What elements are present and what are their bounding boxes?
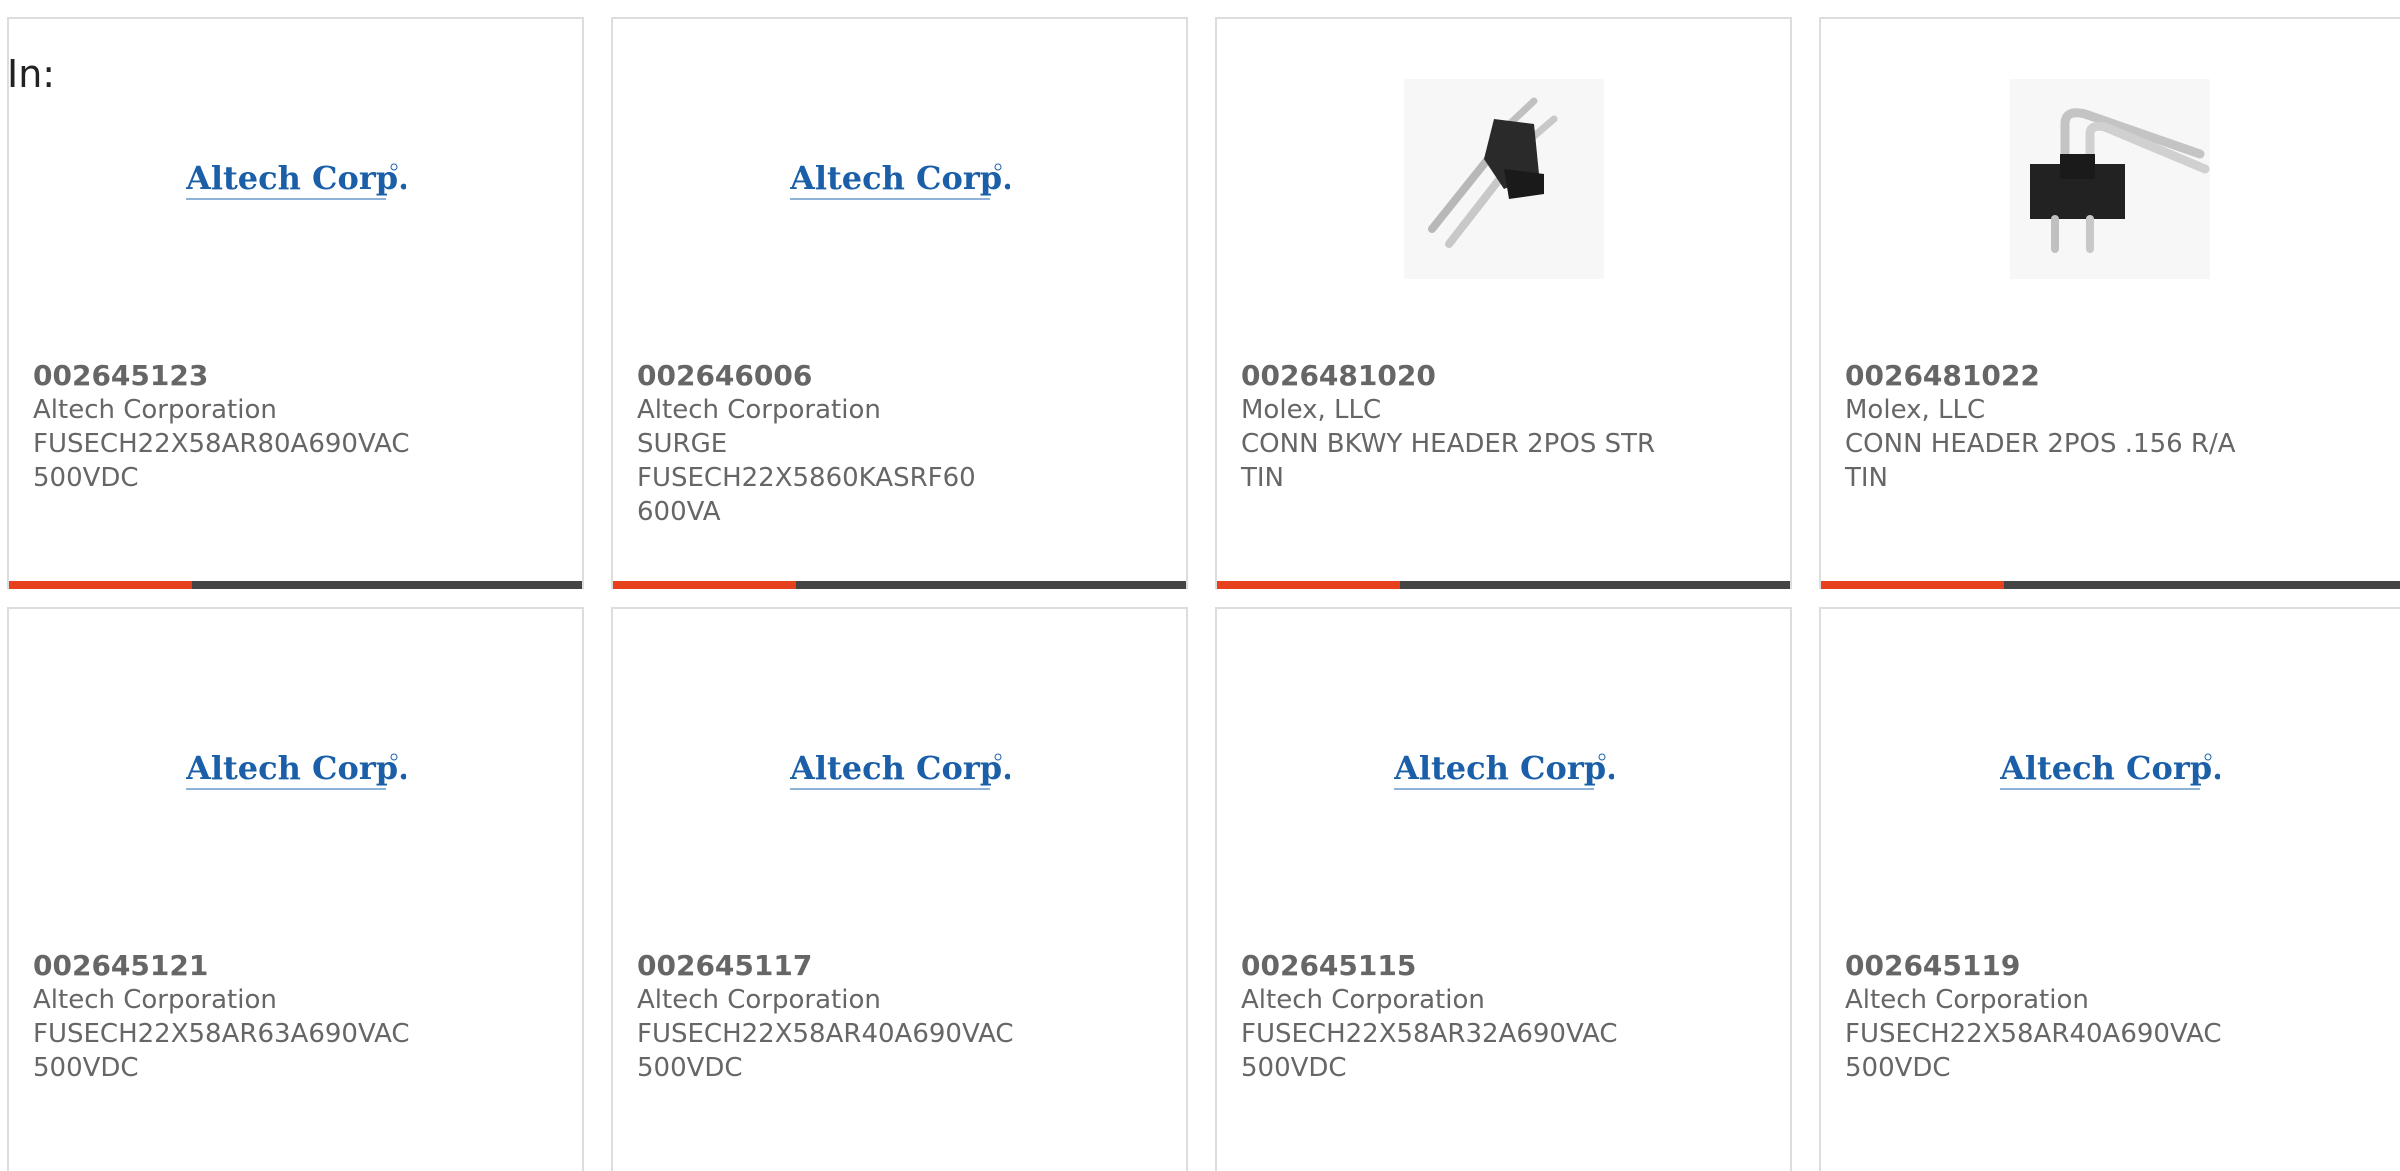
part-number[interactable]: 002645117 (637, 949, 1057, 983)
manufacturer: Molex, LLC (1241, 395, 1382, 425)
product-grid-page: In: Altech Corp. 002645123 Altech Corpor… (0, 0, 2400, 1171)
right-angle-header-photo (2009, 79, 2210, 279)
description-line-1: SURGE FUSECH22X5860KASRF60 (637, 429, 976, 493)
straight-header-photo (1403, 79, 1604, 279)
svg-text:Altech Corp.: Altech Corp. (1394, 749, 1614, 787)
card-accent-bar (613, 581, 796, 589)
altech-logo: Altech Corp. (1393, 749, 1614, 790)
product-card[interactable]: 0026481020 Molex, LLC CONN BKWY HEADER 2… (1215, 17, 1792, 589)
altech-logo: Altech Corp. (789, 159, 1010, 200)
card-bottom-bar (1217, 581, 1790, 589)
product-card[interactable]: Altech Corp. 002645117 Altech Corporatio… (611, 607, 1188, 1171)
altech-logo: Altech Corp. (185, 159, 406, 200)
description-line-1: FUSECH22X58AR40A690VAC (637, 1019, 1014, 1049)
part-number[interactable]: 002645119 (1845, 949, 2265, 983)
description-line-2: 500VDC (33, 463, 139, 493)
product-card[interactable]: Altech Corp. 002645119 Altech Corporatio… (1819, 607, 2400, 1171)
product-image (1217, 79, 1790, 279)
product-image: Altech Corp. (1217, 669, 1790, 869)
product-card[interactable]: Altech Corp. 002645123 Altech Corporatio… (7, 17, 584, 589)
in-label: In: (7, 52, 56, 96)
manufacturer: Altech Corporation (33, 985, 277, 1015)
description-line-1: FUSECH22X58AR63A690VAC (33, 1019, 410, 1049)
altech-logo: Altech Corp. (185, 749, 406, 790)
part-number[interactable]: 002646006 (637, 359, 1057, 393)
part-number[interactable]: 0026481022 (1845, 359, 2265, 393)
card-bottom-bar (613, 581, 1186, 589)
product-card[interactable]: Altech Corp. 002645121 Altech Corporatio… (7, 607, 584, 1171)
description-line-2: 500VDC (1241, 1053, 1347, 1083)
description-line-1: CONN BKWY HEADER 2POS STR (1241, 429, 1656, 459)
product-image: Altech Corp. (9, 79, 582, 279)
product-card[interactable]: Altech Corp. 002646006 Altech Corporatio… (611, 17, 1188, 589)
card-bottom-bar (1821, 581, 2400, 589)
description-line-2: 500VDC (33, 1053, 139, 1083)
description-line-2: TIN (1845, 463, 1888, 493)
manufacturer: Altech Corporation (637, 395, 881, 425)
svg-text:Altech Corp.: Altech Corp. (186, 159, 406, 197)
manufacturer: Molex, LLC (1845, 395, 1986, 425)
product-card[interactable]: Altech Corp. 002645115 Altech Corporatio… (1215, 607, 1792, 1171)
part-number[interactable]: 002645121 (33, 949, 453, 983)
part-number[interactable]: 0026481020 (1241, 359, 1661, 393)
svg-text:Altech Corp.: Altech Corp. (790, 749, 1010, 787)
product-card[interactable]: 0026481022 Molex, LLC CONN HEADER 2POS .… (1819, 17, 2400, 589)
description-line-1: FUSECH22X58AR32A690VAC (1241, 1019, 1618, 1049)
product-image: Altech Corp. (613, 79, 1186, 279)
description-line-2: 500VDC (1845, 1053, 1951, 1083)
description-line-1: CONN HEADER 2POS .156 R/A (1845, 429, 2236, 459)
svg-text:Altech Corp.: Altech Corp. (2000, 749, 2220, 787)
svg-text:Altech Corp.: Altech Corp. (186, 749, 406, 787)
manufacturer: Altech Corporation (1845, 985, 2089, 1015)
part-number[interactable]: 002645123 (33, 359, 453, 393)
altech-logo: Altech Corp. (1999, 749, 2220, 790)
manufacturer: Altech Corporation (1241, 985, 1485, 1015)
product-image: Altech Corp. (1821, 669, 2398, 869)
product-image: Altech Corp. (613, 669, 1186, 869)
manufacturer: Altech Corporation (33, 395, 277, 425)
card-accent-bar (9, 581, 192, 589)
description-line-2: 500VDC (637, 1053, 743, 1083)
product-image (1821, 79, 2398, 279)
svg-text:Altech Corp.: Altech Corp. (790, 159, 1010, 197)
card-bottom-bar (9, 581, 582, 589)
card-accent-bar (1821, 581, 2004, 589)
description-line-1: FUSECH22X58AR40A690VAC (1845, 1019, 2222, 1049)
part-number[interactable]: 002645115 (1241, 949, 1661, 983)
product-image: Altech Corp. (9, 669, 582, 869)
altech-logo: Altech Corp. (789, 749, 1010, 790)
manufacturer: Altech Corporation (637, 985, 881, 1015)
card-accent-bar (1217, 581, 1400, 589)
description-line-2: 600VA (637, 497, 721, 527)
description-line-2: TIN (1241, 463, 1284, 493)
description-line-1: FUSECH22X58AR80A690VAC (33, 429, 410, 459)
